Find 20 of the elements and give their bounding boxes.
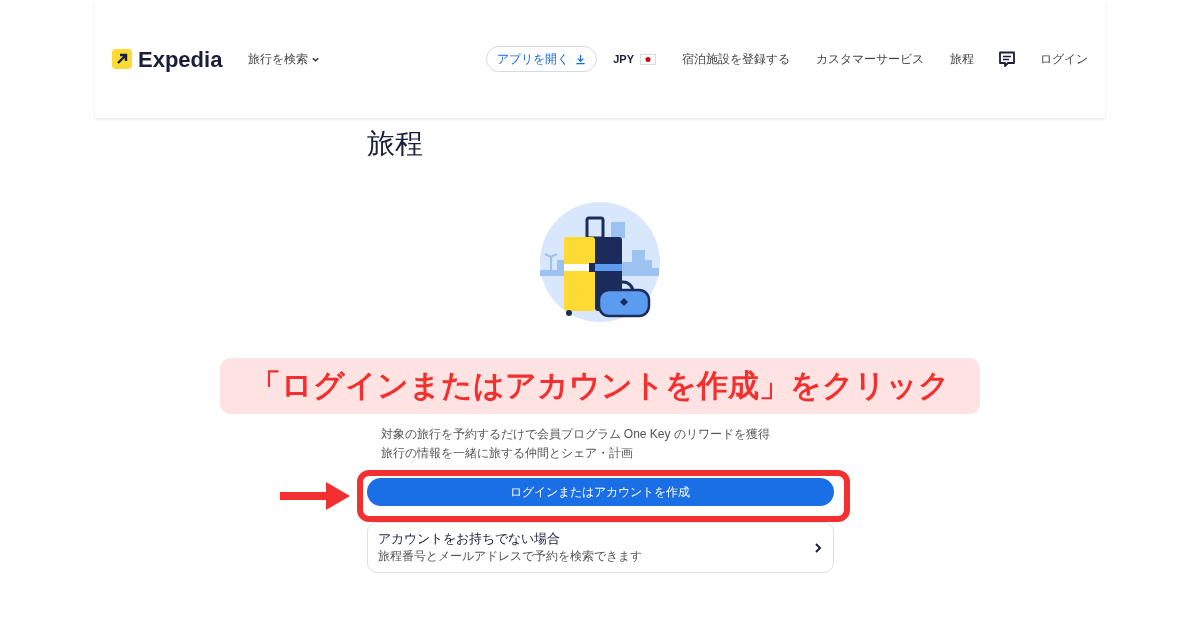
japan-flag-icon [640, 53, 656, 65]
chat-icon[interactable] [998, 50, 1016, 68]
card-subtitle: 旅程番号とメールアドレスで予約を検索できます [377, 548, 643, 565]
download-icon [575, 53, 587, 65]
card-title: アカウントをお持ちでない場合 [377, 530, 561, 548]
login-or-create-account-button[interactable]: ログインまたはアカウントを作成 [366, 478, 834, 506]
guest-lookup-card[interactable]: アカウントをお持ちでない場合 旅程番号とメールアドレスで予約を検索できます [366, 522, 834, 573]
trip-search-menu[interactable]: 旅行を検索 [248, 50, 321, 68]
currency-selector[interactable]: JPY [613, 50, 656, 68]
pointer-arrow [280, 482, 350, 510]
nav-link[interactable]: 宿泊施設を登録する [682, 50, 790, 68]
annotation-caption: 「ログインまたはアカウントを作成」をクリック [250, 366, 950, 405]
logo-wordmark[interactable]: Expedia [138, 42, 223, 76]
nav-link[interactable]: 旅程 [950, 50, 974, 68]
benefit-text: 対象の旅行を予約するだけで会員プログラム One Key のリワードを獲得 [379, 426, 771, 443]
login-link[interactable]: ログイン [1040, 50, 1088, 68]
chevron-right-icon [812, 541, 823, 554]
page-title: 旅程 [366, 127, 424, 161]
nav-link[interactable]: カスタマーサービス [816, 50, 924, 68]
benefit-text: 旅行の情報を一緒に旅する仲間とシェア・計画 [379, 445, 634, 462]
